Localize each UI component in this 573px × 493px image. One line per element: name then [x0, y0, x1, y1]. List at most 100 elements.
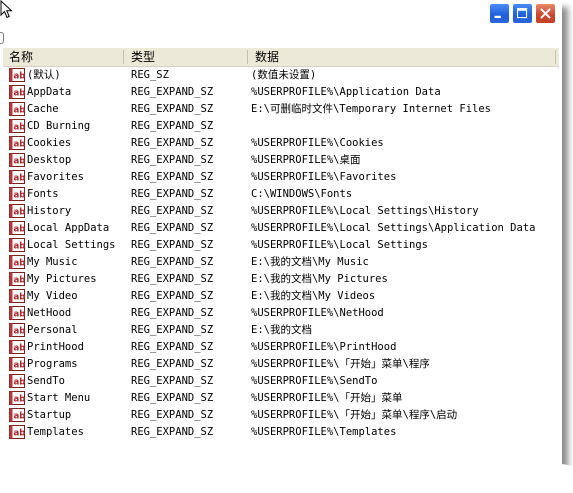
list-row[interactable]: ab Programs REG_EXPAND_SZ %USERPROFILE%\「开始…	[3, 356, 559, 373]
list-row[interactable]: ab Cookies REG_EXPAND_SZ %USERPROFILE%\Cook…	[3, 135, 559, 152]
reg-string-value-icon: ab	[9, 221, 25, 235]
icon-label: ab	[14, 429, 26, 439]
list-row[interactable]: ab NetHood REG_EXPAND_SZ %USERPROFILE%\NetH…	[3, 305, 559, 322]
left-edge-mark	[0, 32, 4, 44]
reg-string-value-icon: ab	[9, 204, 25, 218]
icon-label: ab	[14, 89, 26, 99]
icon-label: ab	[14, 259, 26, 269]
list-row[interactable]: ab Local AppData REG_EXPAND_SZ %USERPROFILE…	[3, 220, 559, 237]
icon-label: ab	[14, 412, 26, 422]
icon-label: ab	[14, 106, 26, 116]
list-row[interactable]: ab PrintHood REG_EXPAND_SZ %USERPROFILE%\Pr…	[3, 339, 559, 356]
reg-string-value-icon: ab	[9, 85, 25, 99]
reg-string-value-icon: ab	[9, 340, 25, 354]
arrow-cursor-icon	[0, 0, 13, 19]
value-data: E:\可删临时文件\Temporary Internet Files	[251, 103, 492, 115]
value-type: REG_EXPAND_SZ	[131, 137, 214, 149]
reg-string-value-icon: ab	[9, 391, 25, 405]
value-data: %USERPROFILE%\「开始」菜单\程序	[251, 358, 430, 370]
value-name: My Music	[27, 256, 78, 268]
value-name: History	[27, 205, 72, 217]
list-header: 名称 类型 数据	[3, 48, 559, 67]
list-row[interactable]: ab Fonts REG_EXPAND_SZ C:\WINDOWS\Fonts	[3, 186, 559, 203]
value-data: E:\我的文档\My Pictures	[251, 273, 388, 285]
icon-label: ab	[14, 225, 26, 235]
toolbar-strip	[0, 28, 562, 46]
icon-label: ab	[14, 208, 26, 218]
column-header-type[interactable]: 类型	[125, 48, 247, 66]
reg-string-value-icon: ab	[9, 136, 25, 150]
list-row[interactable]: ab (默认) REG_SZ (数值未设置)	[3, 67, 559, 84]
value-type: REG_EXPAND_SZ	[131, 188, 214, 200]
list-row[interactable]: ab Favorites REG_EXPAND_SZ %USERPROFILE%\Fa…	[3, 169, 559, 186]
column-divider[interactable]	[247, 50, 248, 64]
value-name: Fonts	[27, 188, 59, 200]
close-button[interactable]	[535, 3, 556, 24]
value-name: My Pictures	[27, 273, 97, 285]
value-type: REG_EXPAND_SZ	[131, 154, 214, 166]
list-row[interactable]: ab Start Menu REG_EXPAND_SZ %USERPROFILE%\「…	[3, 390, 559, 407]
reg-string-value-icon: ab	[9, 306, 25, 320]
icon-label: ab	[14, 157, 26, 167]
icon-label: ab	[14, 327, 26, 337]
value-name: CD Burning	[27, 120, 91, 132]
maximize-icon	[516, 7, 528, 19]
value-data: %USERPROFILE%\Local Settings\History	[251, 205, 479, 217]
value-type: REG_EXPAND_SZ	[131, 358, 214, 370]
minimize-button[interactable]	[489, 3, 510, 24]
list-row[interactable]: ab Startup REG_EXPAND_SZ %USERPROFILE%\「开始」…	[3, 407, 559, 424]
value-type: REG_EXPAND_SZ	[131, 375, 214, 387]
reg-string-value-icon: ab	[9, 425, 25, 439]
column-divider[interactable]	[123, 50, 124, 64]
value-data: (数值未设置)	[251, 69, 317, 81]
value-data: E:\我的文档\My Music	[251, 256, 369, 268]
list-row[interactable]: ab History REG_EXPAND_SZ %USERPROFILE%\Loca…	[3, 203, 559, 220]
list-row[interactable]: ab My Video REG_EXPAND_SZ E:\我的文档\My Videos	[3, 288, 559, 305]
value-name: AppData	[27, 86, 72, 98]
list-row[interactable]: ab Desktop REG_EXPAND_SZ %USERPROFILE%\桌面	[3, 152, 559, 169]
list-row[interactable]: ab Personal REG_EXPAND_SZ E:\我的文档	[3, 322, 559, 339]
list-row[interactable]: ab My Pictures REG_EXPAND_SZ E:\我的文档\My Pic…	[3, 271, 559, 288]
reg-string-value-icon: ab	[9, 357, 25, 371]
list-row[interactable]: ab AppData REG_EXPAND_SZ %USERPROFILE%\Appl…	[3, 84, 559, 101]
value-type: REG_EXPAND_SZ	[131, 307, 214, 319]
column-header-name[interactable]: 名称	[3, 48, 123, 66]
value-data: %USERPROFILE%\NetHood	[251, 307, 384, 319]
reg-string-value-icon: ab	[9, 170, 25, 184]
value-data: %USERPROFILE%\「开始」菜单\程序\启动	[251, 409, 458, 421]
reg-string-value-icon: ab	[9, 102, 25, 116]
icon-label: ab	[14, 344, 26, 354]
value-name: Local AppData	[27, 222, 110, 234]
list-row[interactable]: ab My Music REG_EXPAND_SZ E:\我的文档\My Music	[3, 254, 559, 271]
value-data: %USERPROFILE%\Local Settings\Application…	[251, 222, 536, 234]
list-row[interactable]: ab CD Burning REG_EXPAND_SZ	[3, 118, 559, 135]
value-type: REG_EXPAND_SZ	[131, 324, 214, 336]
list-row[interactable]: ab Cache REG_EXPAND_SZ E:\可删临时文件\Temporary …	[3, 101, 559, 118]
column-header-data[interactable]: 数据	[249, 48, 555, 66]
minimize-icon	[494, 15, 501, 19]
icon-label: ab	[14, 378, 26, 388]
list-row[interactable]: ab Templates REG_EXPAND_SZ %USERPROFILE%\Te…	[3, 424, 559, 441]
column-divider[interactable]	[555, 50, 556, 64]
value-type: REG_EXPAND_SZ	[131, 86, 214, 98]
value-type: REG_EXPAND_SZ	[131, 426, 214, 438]
icon-label: ab	[14, 395, 26, 405]
maximize-button[interactable]	[512, 3, 533, 24]
torn-edge	[0, 459, 573, 493]
list-row[interactable]: ab Local Settings REG_EXPAND_SZ %USERPROFIL…	[3, 237, 559, 254]
value-type: REG_EXPAND_SZ	[131, 171, 214, 183]
value-name: PrintHood	[27, 341, 84, 353]
list-row[interactable]: ab SendTo REG_EXPAND_SZ %USERPROFILE%\SendT…	[3, 373, 559, 390]
title-bar[interactable]	[0, 0, 562, 28]
reg-string-value-icon: ab	[9, 119, 25, 133]
value-type: REG_EXPAND_SZ	[131, 392, 214, 404]
reg-string-value-icon: ab	[9, 408, 25, 422]
value-name: Desktop	[27, 154, 72, 166]
value-name: Cookies	[27, 137, 72, 149]
icon-label: ab	[14, 123, 26, 133]
reg-string-value-icon: ab	[9, 68, 25, 82]
reg-string-value-icon: ab	[9, 272, 25, 286]
icon-label: ab	[14, 191, 26, 201]
value-name: My Video	[27, 290, 78, 302]
reg-string-value-icon: ab	[9, 255, 25, 269]
